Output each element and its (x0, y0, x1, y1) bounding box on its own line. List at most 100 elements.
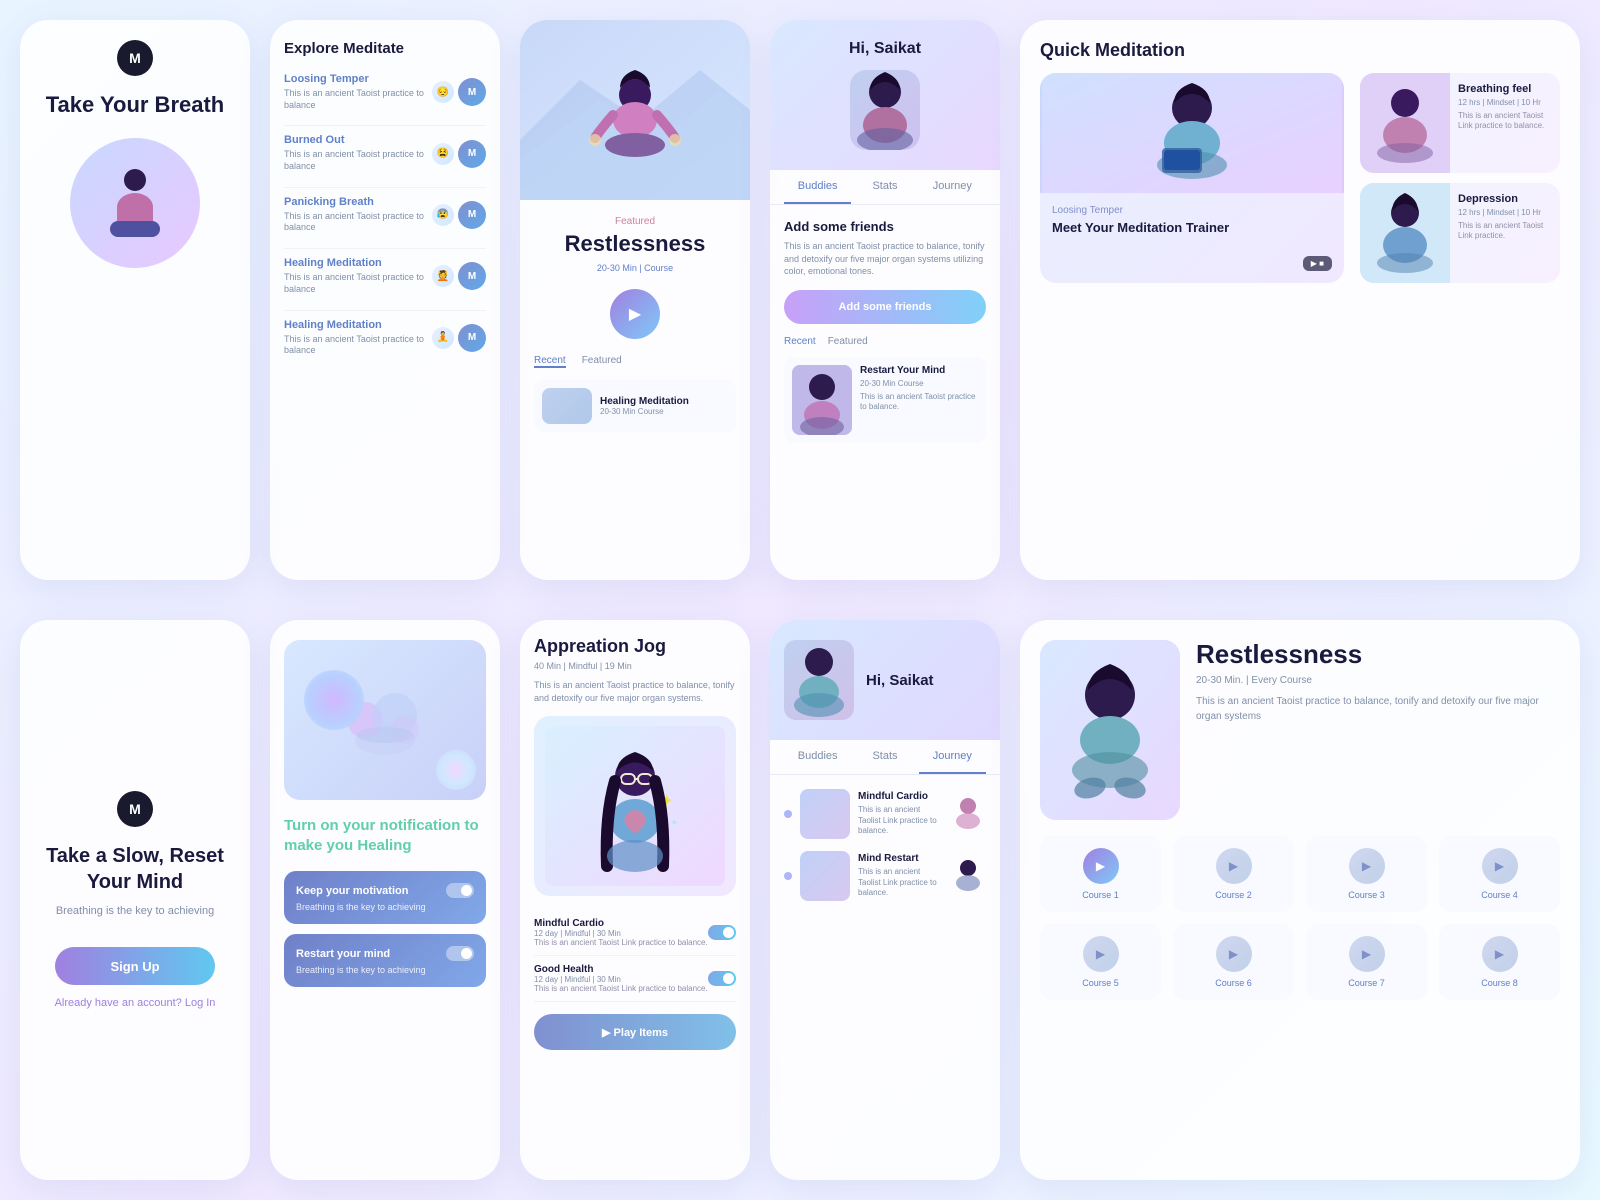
meditation-illustration (70, 138, 200, 268)
course-play-8[interactable]: ▶ (1482, 936, 1518, 972)
side-figure-1 (1360, 73, 1450, 173)
journey-name-2: Mind Restart (858, 853, 942, 864)
emoji-icon: 🧘 (432, 327, 454, 349)
list-item[interactable]: Burned Out This is an ancient Taoist pra… (284, 134, 486, 172)
journey-nav-tabs: Buddies Stats Journey (770, 740, 1000, 775)
screen1-title: Take Your Breath (46, 92, 225, 118)
screen-journey: Hi, Saikat Buddies Stats Journey Mindful… (770, 620, 1000, 1180)
tab-recent[interactable]: Recent (534, 355, 566, 368)
rest-figure (1040, 640, 1180, 820)
toggle-health[interactable] (708, 971, 736, 986)
dot-icon (784, 810, 792, 818)
m-badge: M (458, 324, 486, 352)
add-friends-button[interactable]: Add some friends (784, 290, 986, 324)
tab-buddies[interactable]: Buddies (784, 170, 851, 204)
course-label-5: Course 5 (1052, 978, 1149, 988)
video-tag: ▶ ■ (1303, 256, 1332, 271)
add-friends-title: Add some friends (784, 219, 986, 234)
login-prompt: Already have an account? Log In (55, 997, 216, 1009)
m-badge: M (458, 262, 486, 290)
course-label-3: Course 3 (1318, 890, 1415, 900)
tab-featured[interactable]: Featured (828, 336, 868, 347)
course-play-7[interactable]: ▶ (1349, 936, 1385, 972)
course-play-5[interactable]: ▶ (1083, 936, 1119, 972)
course-card-5[interactable]: ▶ Course 5 (1040, 924, 1161, 1000)
emoji-icon: 😫 (432, 143, 454, 165)
login-link[interactable]: Log In (185, 997, 216, 1009)
course-play-1[interactable]: ▶ (1083, 848, 1119, 884)
side-card-name-2: Depression (1458, 193, 1552, 205)
screen-featured: Featured Restlessness 20-30 Min | Course… (520, 20, 750, 580)
side-figure-2 (1360, 183, 1450, 283)
appre-title: Appreation Jog (534, 636, 736, 657)
tab-recent[interactable]: Recent (784, 336, 816, 347)
toggle-motivation[interactable] (446, 883, 474, 898)
restart-desc: This is an ancient Taoist practice to ba… (860, 392, 978, 413)
mini-card[interactable]: Healing Meditation 20-30 Min Course (534, 380, 736, 432)
dot-icon-2 (784, 872, 792, 880)
signup-button[interactable]: Sign Up (55, 947, 215, 985)
journey-item-1[interactable]: Mindful Cardio This is an ancient Taolis… (784, 789, 986, 839)
tab-stats-2[interactable]: Stats (851, 740, 918, 774)
list-item[interactable]: Panicking Breath This is an ancient Taoi… (284, 196, 486, 234)
list-item[interactable]: Healing Meditation This is an ancient Ta… (284, 257, 486, 295)
course-card-6[interactable]: ▶ Course 6 (1173, 924, 1294, 1000)
tab-featured[interactable]: Featured (582, 355, 622, 368)
m-badge: M (458, 78, 486, 106)
course-item-1[interactable]: Mindful Cardio 12 day | Mindful | 30 Min… (534, 910, 736, 956)
tab-journey[interactable]: Journey (919, 170, 986, 204)
course-play-2[interactable]: ▶ (1216, 848, 1252, 884)
qm-main-card[interactable]: Loosing Temper Meet Your Meditation Trai… (1040, 73, 1344, 283)
side-card-2[interactable]: Depression 12 hrs | Mindset | 10 Hr This… (1360, 183, 1560, 283)
side-card-1[interactable]: Breathing feel 12 hrs | Mindset | 10 Hr … (1360, 73, 1560, 173)
featured-hero (520, 20, 750, 200)
course-card-7[interactable]: ▶ Course 7 (1306, 924, 1427, 1000)
course-card-4[interactable]: ▶ Course 4 (1439, 836, 1560, 912)
list-item[interactable]: Loosing Temper This is an ancient Taoist… (284, 73, 486, 111)
side-card-desc-2: This is an ancient Taoist Link practice. (1458, 221, 1552, 242)
screen2-subtitle: Breathing is the key to achieving (56, 905, 214, 917)
course-item-2[interactable]: Good Health 12 day | Mindful | 30 Min Th… (534, 956, 736, 1002)
course-play-3[interactable]: ▶ (1349, 848, 1385, 884)
course-card-2[interactable]: ▶ Course 2 (1173, 836, 1294, 912)
screen-restlessness: Restlessness 20-30 Min. | Every Course T… (1020, 620, 1580, 1180)
tab-buddies-2[interactable]: Buddies (784, 740, 851, 774)
side-card-name-1: Breathing feel (1458, 83, 1552, 95)
course-play-4[interactable]: ▶ (1482, 848, 1518, 884)
course-label-7: Course 7 (1318, 978, 1415, 988)
app-logo-2: M (117, 791, 153, 827)
restart-card[interactable]: Restart Your Mind 20-30 Min Course This … (784, 357, 986, 443)
qm-card-title: Meet Your Meditation Trainer (1052, 220, 1332, 235)
journey-figure-2 (950, 856, 986, 892)
course-card-8[interactable]: ▶ Course 8 (1439, 924, 1560, 1000)
journey-item-2[interactable]: Mind Restart This is an ancient Taolist … (784, 851, 986, 901)
rest-title: Restlessness (1196, 640, 1560, 669)
course-card-1[interactable]: ▶ Course 1 (1040, 836, 1161, 912)
notification-card-2[interactable]: Restart your mind Breathing is the key t… (284, 934, 486, 987)
tab-stats[interactable]: Stats (851, 170, 918, 204)
tab-journey-2[interactable]: Journey (919, 740, 986, 774)
featured-title: Restlessness (534, 231, 736, 257)
course-label-4: Course 4 (1451, 890, 1548, 900)
toggle-mindful[interactable] (708, 925, 736, 940)
rest-desc: This is an ancient Taoist practice to ba… (1196, 694, 1560, 724)
greeting-title: Hi, Saikat (784, 40, 986, 58)
screen-appreation: Appreation Jog 40 Min | Mindful | 19 Min… (520, 620, 750, 1180)
play-button[interactable]: ▶ (610, 289, 660, 339)
journey-thumbnail-1 (800, 789, 850, 839)
list-item[interactable]: Healing Meditation This is an ancient Ta… (284, 319, 486, 357)
nav-tabs: Buddies Stats Journey (770, 170, 1000, 205)
play-items-button[interactable]: ▶ Play Items (534, 1014, 736, 1050)
journey-thumbnail-2 (800, 851, 850, 901)
qm-title: Quick Meditation (1040, 40, 1560, 61)
course-label-8: Course 8 (1451, 978, 1548, 988)
toggle-restart[interactable] (446, 946, 474, 961)
screen-notification: Turn on your notification to make you He… (270, 620, 500, 1180)
featured-label: Featured (534, 216, 736, 227)
app-logo: M (117, 40, 153, 76)
explore-title: Explore Meditate (284, 40, 486, 57)
notification-card-1[interactable]: Keep your motivation Breathing is the ke… (284, 871, 486, 924)
journey-desc-1: This is an ancient Taolist Link practice… (858, 805, 942, 836)
course-card-3[interactable]: ▶ Course 3 (1306, 836, 1427, 912)
course-play-6[interactable]: ▶ (1216, 936, 1252, 972)
